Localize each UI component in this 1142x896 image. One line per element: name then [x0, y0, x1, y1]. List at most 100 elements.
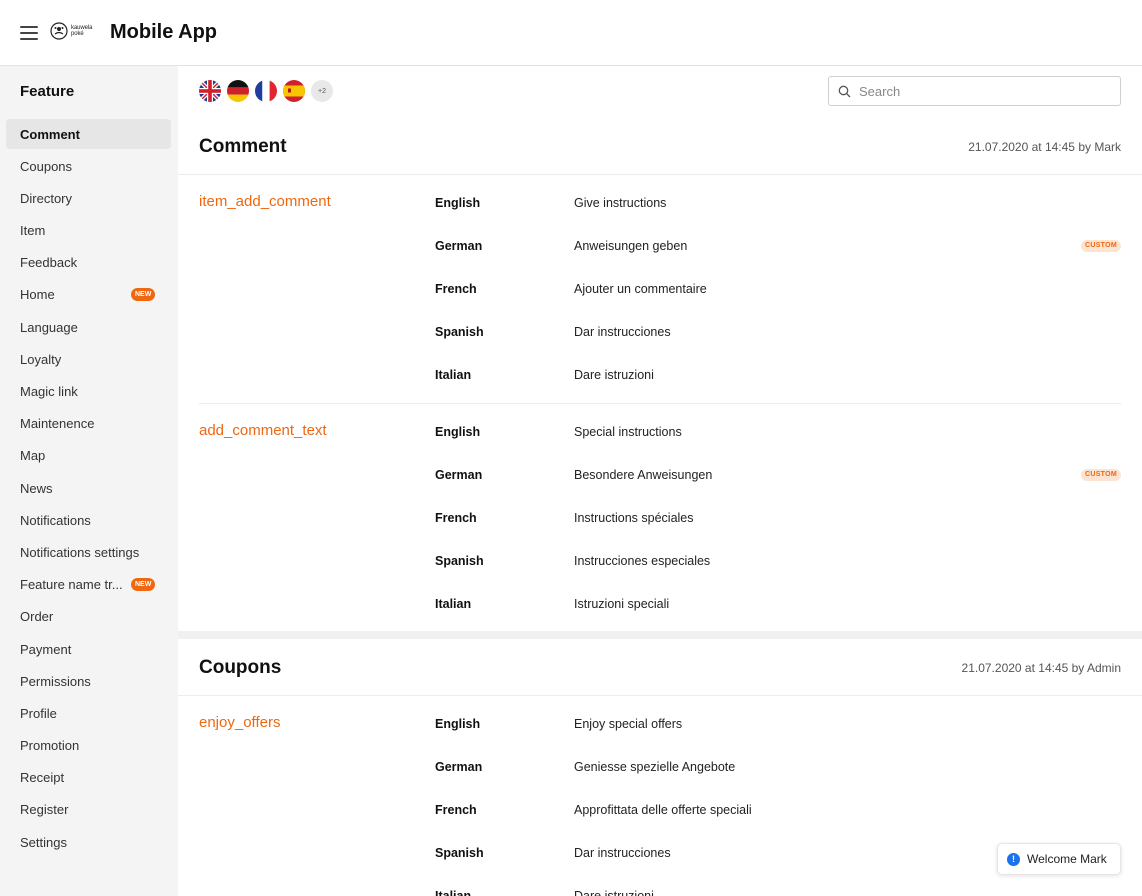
france-flag-icon[interactable]	[255, 80, 277, 102]
app-header: kauwela poké Mobile App	[0, 0, 1142, 66]
translation-text[interactable]: Dare istruzioni	[574, 354, 654, 397]
sidebar-item[interactable]: News	[6, 473, 171, 503]
sidebar-item-label: Payment	[20, 641, 72, 657]
logo-text: kauwela poké	[71, 25, 93, 37]
section-header: Coupons 21.07.2020 at 14:45 by Admin	[178, 639, 1142, 696]
spain-flag-icon[interactable]	[283, 80, 305, 102]
translation-row[interactable]: English Enjoy special offers	[199, 703, 1121, 746]
translation-row[interactable]: Spanish Dar instrucciones	[199, 311, 1121, 354]
sidebar-item[interactable]: Language	[6, 312, 171, 342]
language-label: Italian	[435, 889, 472, 896]
sidebar-item-label: Receipt	[20, 770, 65, 786]
translation-text[interactable]: Geniesse spezielle Angebote	[574, 746, 735, 789]
translation-row[interactable]: French Instructions spéciales	[199, 497, 1121, 540]
sidebar-item[interactable]: Comment	[6, 119, 171, 149]
translation-text[interactable]: Give instructions	[574, 182, 666, 225]
sidebar-item[interactable]: Register	[6, 795, 171, 825]
sidebar-item-label: Feedback	[20, 255, 78, 271]
sidebar-item-label: Item	[20, 223, 46, 239]
translation-text[interactable]: Instructions spéciales	[574, 497, 694, 540]
new-badge: NEW	[131, 577, 156, 591]
more-languages-button[interactable]: +2	[311, 80, 333, 102]
sidebar-item[interactable]: Map	[6, 441, 171, 471]
toolbar: +2	[178, 66, 1142, 118]
sidebar-item-label: Loyalty	[20, 351, 62, 367]
sidebar-item[interactable]: Feature name tr... NEW	[6, 570, 171, 600]
search-box[interactable]	[828, 76, 1121, 106]
translation-text[interactable]: Instrucciones especiales	[574, 540, 710, 583]
translation-text[interactable]: Besondere Anweisungen	[574, 454, 712, 497]
sidebar-item-label: Order	[20, 609, 54, 625]
translation-row[interactable]: Spanish Instrucciones especiales	[199, 540, 1121, 583]
sidebar-item-label: Comment	[20, 126, 80, 142]
language-label: English	[435, 196, 481, 210]
translation-text[interactable]: Ajouter un commentaire	[574, 268, 707, 311]
translation-row[interactable]: Italian Istruzioni speciali	[199, 583, 1121, 626]
sidebar-item[interactable]: Profile	[6, 698, 171, 728]
sidebar-item-label: Maintenence	[20, 416, 95, 432]
translation-text[interactable]: Special instructions	[574, 411, 682, 454]
sidebar-item-label: Language	[20, 319, 78, 335]
sidebar-item-label: Map	[20, 448, 46, 464]
sidebar-item-label: Notifications settings	[20, 544, 140, 560]
uk-flag-icon[interactable]	[199, 80, 221, 102]
language-label: English	[435, 717, 481, 731]
translation-text[interactable]: Approfittata delle offerte speciali	[574, 789, 752, 832]
sidebar-item[interactable]: Item	[6, 216, 171, 246]
language-label: Spanish	[435, 554, 484, 568]
sidebar-item[interactable]: Maintenence	[6, 409, 171, 439]
translation-row[interactable]: German Besondere Anweisungen CUSTOM	[199, 454, 1121, 497]
sidebar-nav: Comment Coupons Directory Item Feedback Home N…	[6, 119, 171, 859]
search-input[interactable]	[859, 83, 1109, 99]
translation-row[interactable]: English Give instructions	[199, 182, 1121, 225]
translation-text[interactable]: Dare istruzioni	[574, 875, 654, 896]
translation-text[interactable]: Dar instrucciones	[574, 311, 671, 354]
sidebar-item[interactable]: Notifications	[6, 505, 171, 535]
translation-row[interactable]: Spanish Dar instrucciones	[199, 832, 1121, 875]
sidebar-heading: Feature	[20, 83, 75, 100]
sidebar-item[interactable]: Settings	[6, 827, 171, 857]
translation-row[interactable]: French Ajouter un commentaire	[199, 268, 1121, 311]
info-icon: !	[1007, 852, 1020, 866]
germany-flag-icon[interactable]	[227, 80, 249, 102]
language-label: Italian	[435, 368, 472, 382]
translation-row[interactable]: French Approfittata delle offerte special…	[199, 789, 1121, 832]
translation-text[interactable]: Dar instrucciones	[574, 832, 671, 875]
sidebar-item-label: Directory	[20, 190, 73, 206]
logo-icon	[50, 22, 68, 40]
translation-row[interactable]: German Anweisungen geben CUSTOM	[199, 225, 1121, 268]
translation-row[interactable]: German Geniesse spezielle Angebote	[199, 746, 1121, 789]
translation-row[interactable]: Italian Dare istruzioni	[199, 875, 1121, 896]
sidebar: Feature Comment Coupons Directory Item Feedb…	[0, 66, 178, 896]
sidebar-item-label: Profile	[20, 705, 57, 721]
logo[interactable]: kauwela poké	[50, 22, 97, 40]
translation-text[interactable]: Anweisungen geben	[574, 225, 687, 268]
search-icon	[838, 85, 851, 98]
sidebar-item-label: Settings	[20, 834, 67, 850]
sidebar-item[interactable]: Notifications settings	[6, 537, 171, 567]
sidebar-item-label: Home	[20, 287, 55, 303]
sidebar-item[interactable]: Receipt	[6, 763, 171, 793]
sidebar-item[interactable]: Directory	[6, 183, 171, 213]
translation-row[interactable]: Italian Dare istruzioni	[199, 354, 1121, 397]
sidebar-item-label: Register	[20, 802, 69, 818]
sidebar-item[interactable]: Feedback	[6, 248, 171, 278]
welcome-toast[interactable]: ! Welcome Mark	[997, 843, 1121, 875]
sidebar-item[interactable]: Magic link	[6, 377, 171, 407]
menu-icon[interactable]	[20, 26, 38, 40]
sidebar-item[interactable]: Permissions	[6, 666, 171, 696]
sidebar-item[interactable]: Home NEW	[6, 280, 171, 310]
translation-text[interactable]: Enjoy special offers	[574, 703, 682, 746]
translation-row[interactable]: English Special instructions	[199, 411, 1121, 454]
sidebar-item[interactable]: Coupons	[6, 151, 171, 181]
sidebar-item[interactable]: Order	[6, 602, 171, 632]
language-label: German	[435, 760, 483, 774]
language-label: German	[435, 239, 483, 253]
sidebar-item-label: Notifications	[20, 512, 91, 528]
sidebar-item[interactable]: Loyalty	[6, 344, 171, 374]
translation-text[interactable]: Istruzioni speciali	[574, 583, 669, 626]
sidebar-item[interactable]: Payment	[6, 634, 171, 664]
language-label: French	[435, 511, 477, 525]
app-title: Mobile App	[110, 21, 218, 43]
sidebar-item[interactable]: Promotion	[6, 731, 171, 761]
